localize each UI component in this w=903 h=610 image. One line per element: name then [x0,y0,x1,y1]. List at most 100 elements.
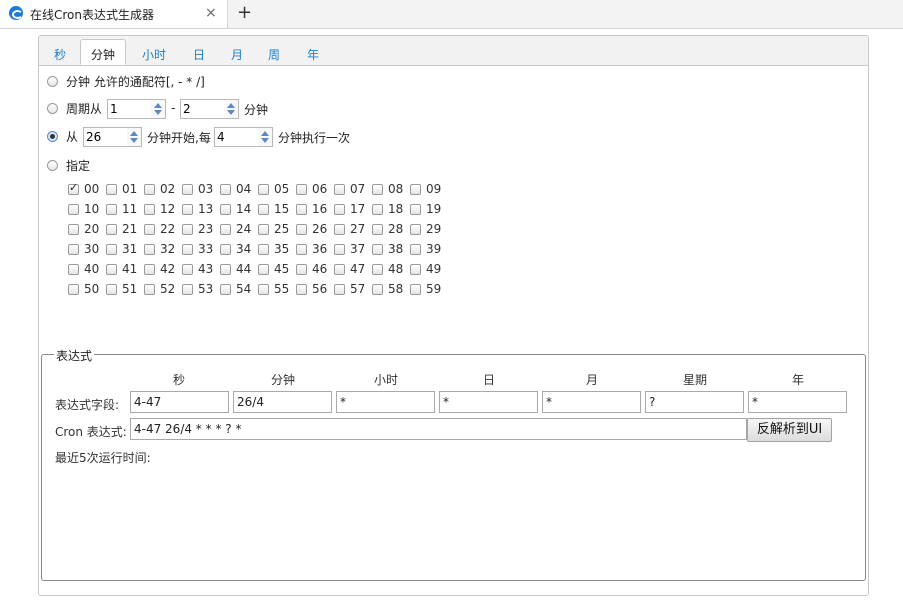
option-range-radio[interactable] [47,103,58,114]
minute-checkbox-item[interactable]: 38 [372,242,403,256]
minute-checkbox[interactable] [182,203,193,215]
minute-checkbox[interactable] [144,263,155,275]
minute-checkbox[interactable] [258,243,269,255]
field-year-input[interactable]: * [748,391,847,413]
parse-to-ui-button[interactable]: 反解析到UI [747,418,832,442]
minute-checkbox[interactable] [220,283,231,295]
option-any-radio[interactable] [47,76,58,87]
minute-checkbox-item[interactable]: 12 [144,202,175,216]
minute-checkbox[interactable] [410,263,421,275]
minute-checkbox-item[interactable]: 24 [220,222,251,236]
tab-day[interactable]: 日 [193,46,205,63]
minute-checkbox-item[interactable]: 01 [106,182,137,196]
minute-checkbox[interactable] [68,223,79,235]
minute-checkbox-item[interactable]: 14 [220,202,251,216]
increment-step-up-icon[interactable] [261,129,269,137]
range-from-up-icon[interactable] [154,101,162,109]
minute-checkbox-item[interactable]: 48 [372,262,403,276]
minute-checkbox-item[interactable]: 06 [296,182,327,196]
minute-checkbox-item[interactable]: 50 [68,282,99,296]
new-tab-icon[interactable]: + [237,2,252,23]
minute-checkbox-item[interactable]: 04 [220,182,251,196]
minute-checkbox[interactable] [144,223,155,235]
minute-checkbox-item[interactable]: 11 [106,202,137,216]
minute-checkbox[interactable] [106,283,117,295]
minute-checkbox-item[interactable]: 42 [144,262,175,276]
option-specify-radio[interactable] [47,160,58,171]
minute-checkbox[interactable] [372,243,383,255]
minute-checkbox-item[interactable]: 22 [144,222,175,236]
minute-checkbox[interactable] [68,181,79,195]
minute-checkbox[interactable] [410,183,421,195]
minute-checkbox[interactable] [258,283,269,295]
minute-checkbox-item[interactable]: 47 [334,262,365,276]
minute-checkbox-item[interactable]: 53 [182,282,213,296]
close-tab-icon[interactable]: × [205,5,217,21]
minute-checkbox[interactable] [106,223,117,235]
minute-checkbox[interactable] [68,263,79,275]
minute-checkbox-item[interactable]: 25 [258,222,289,236]
tab-minute[interactable]: 分钟 [80,39,127,65]
range-from-input[interactable] [110,102,146,116]
minute-checkbox[interactable] [334,243,345,255]
minute-checkbox-item[interactable]: 10 [68,202,99,216]
minute-checkbox[interactable] [144,203,155,215]
increment-start-down-icon[interactable] [130,137,138,145]
field-hour-input[interactable]: * [336,391,435,413]
field-weekday-input[interactable]: ? [645,391,744,413]
minute-checkbox[interactable] [68,203,79,215]
minute-checkbox[interactable] [106,203,117,215]
range-to-stepper[interactable] [180,99,239,119]
tab-hour[interactable]: 小时 [142,46,166,63]
minute-checkbox-item[interactable]: 34 [220,242,251,256]
minute-checkbox-item[interactable]: 31 [106,242,137,256]
minute-checkbox[interactable] [410,243,421,255]
minute-checkbox[interactable] [68,283,79,295]
minute-checkbox[interactable] [144,283,155,295]
minute-checkbox[interactable] [372,263,383,275]
minute-checkbox[interactable] [182,243,193,255]
minute-checkbox[interactable] [106,183,117,195]
minute-checkbox[interactable] [296,223,307,235]
minute-checkbox[interactable] [372,203,383,215]
minute-checkbox[interactable] [258,223,269,235]
minute-checkbox-item[interactable]: 40 [68,262,99,276]
minute-checkbox[interactable] [220,263,231,275]
minute-checkbox[interactable] [182,223,193,235]
minute-checkbox[interactable] [296,243,307,255]
increment-start-up-icon[interactable] [130,129,138,137]
minute-checkbox[interactable] [334,263,345,275]
minute-checkbox-item[interactable]: 19 [410,202,441,216]
minute-checkbox-item[interactable]: 30 [68,242,99,256]
minute-checkbox-item[interactable]: 49 [410,262,441,276]
range-from-stepper[interactable] [107,99,166,119]
minute-checkbox[interactable] [296,203,307,215]
minute-checkbox-item[interactable]: 51 [106,282,137,296]
minute-checkbox-item[interactable]: 16 [296,202,327,216]
minute-checkbox-item[interactable]: 45 [258,262,289,276]
minute-checkbox-item[interactable]: 39 [410,242,441,256]
increment-start-input[interactable] [86,130,122,144]
range-from-down-icon[interactable] [154,109,162,117]
minute-checkbox[interactable] [220,203,231,215]
tab-month[interactable]: 月 [231,46,243,63]
minute-checkbox[interactable] [144,183,155,195]
minute-checkbox[interactable] [296,263,307,275]
minute-checkbox[interactable] [410,203,421,215]
minute-checkbox-item[interactable]: 46 [296,262,327,276]
minute-checkbox[interactable] [334,223,345,235]
minute-checkbox-item[interactable]: 21 [106,222,137,236]
minute-checkbox[interactable] [220,183,231,195]
minute-checkbox[interactable] [68,243,79,255]
minute-checkbox[interactable] [372,183,383,195]
minute-checkbox-item[interactable]: 59 [410,282,441,296]
minute-checkbox[interactable] [372,283,383,295]
tab-second[interactable]: 秒 [54,46,66,63]
minute-checkbox[interactable] [410,223,421,235]
minute-checkbox-item[interactable]: 03 [182,182,213,196]
increment-step-input[interactable] [217,130,253,144]
minute-checkbox-item[interactable]: 18 [372,202,403,216]
field-day-input[interactable]: * [439,391,538,413]
minute-checkbox-item[interactable]: 52 [144,282,175,296]
minute-checkbox[interactable] [334,183,345,195]
